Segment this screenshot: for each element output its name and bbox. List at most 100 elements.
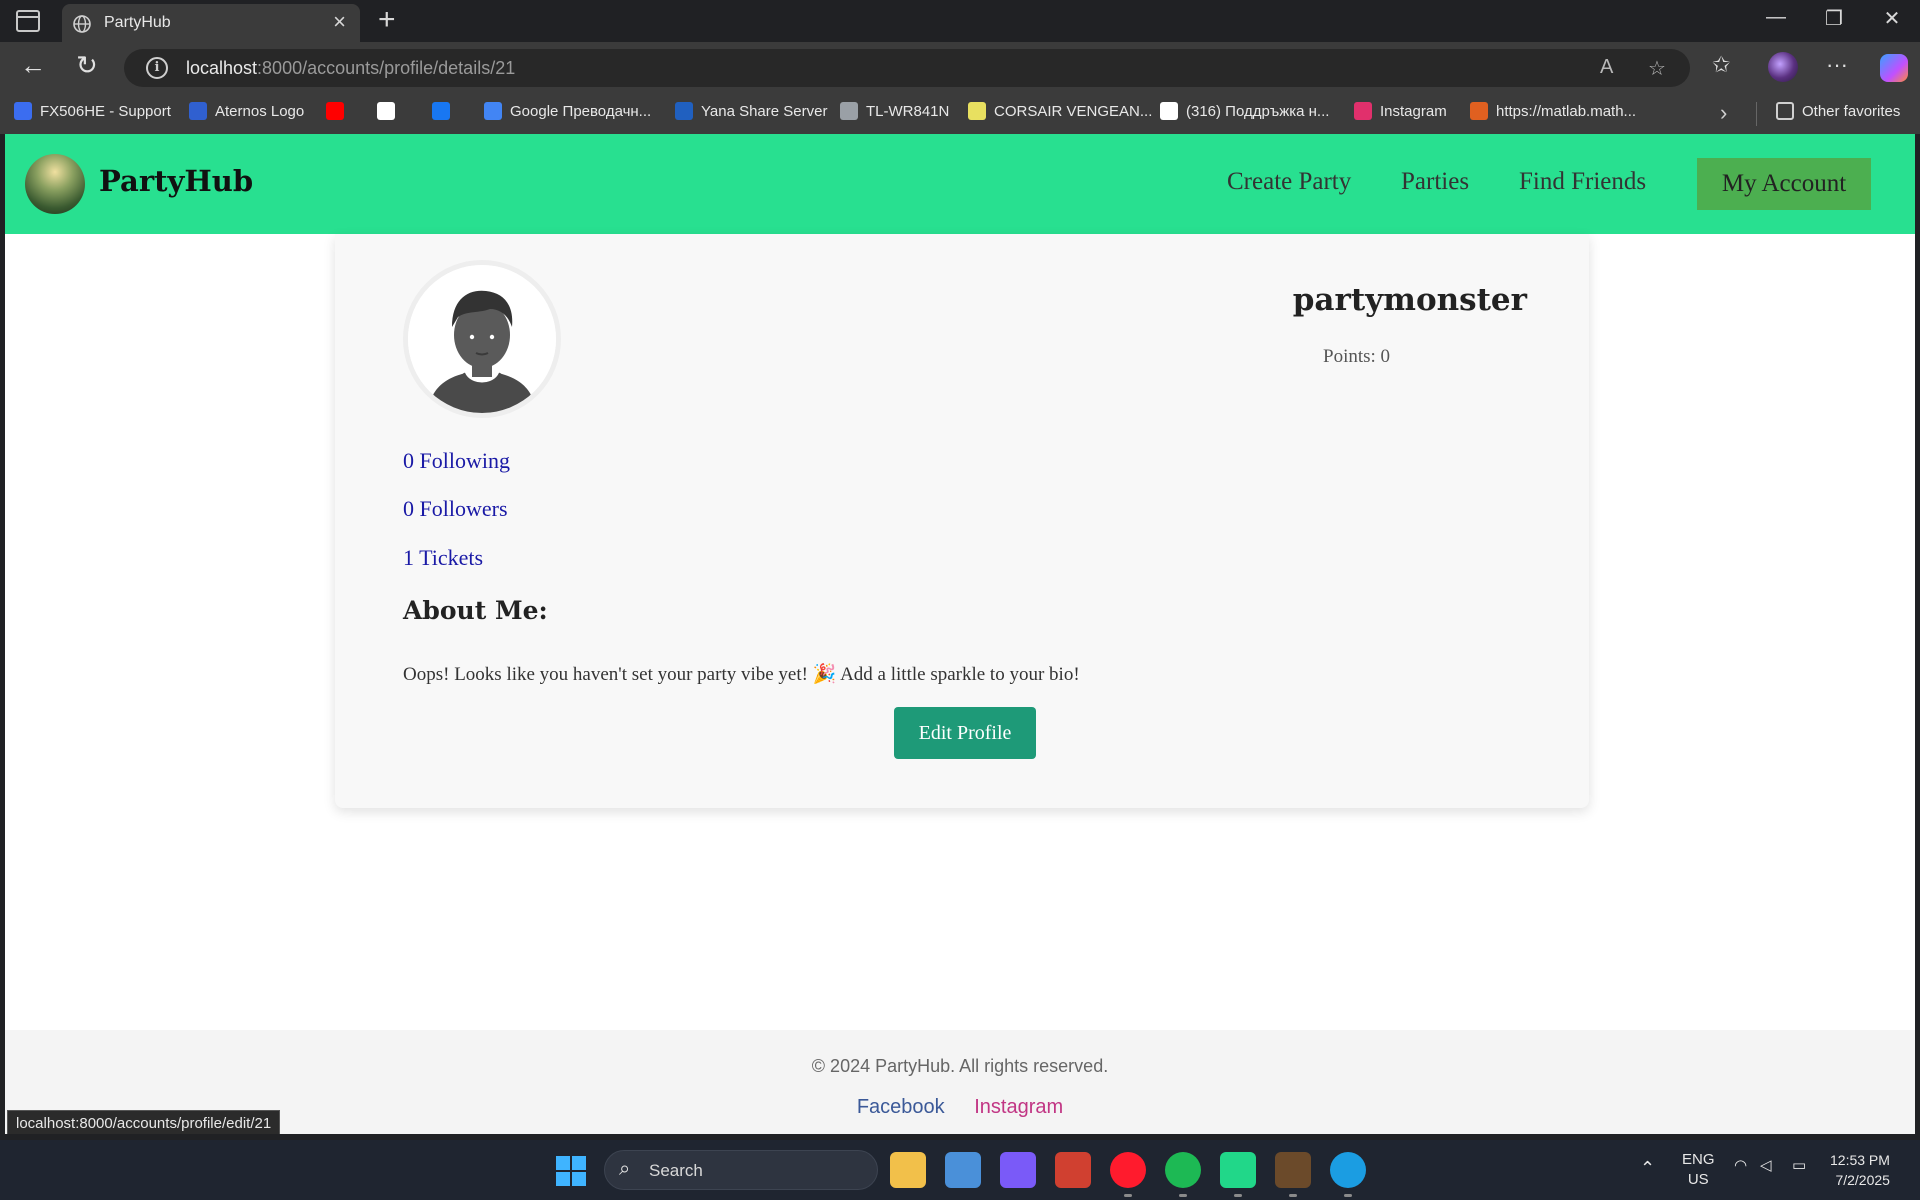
close-window-icon[interactable]: ✕ bbox=[1872, 6, 1912, 31]
footer-links: Facebook Instagram bbox=[5, 1096, 1915, 1119]
following-link[interactable]: 0 Following bbox=[403, 448, 510, 474]
globe-icon bbox=[73, 15, 91, 33]
bookmark-2[interactable] bbox=[326, 102, 344, 120]
reload-icon[interactable]: ↻ bbox=[76, 50, 98, 81]
my-account-button[interactable]: My Account bbox=[1697, 158, 1871, 210]
bookmark-7[interactable]: TL-WR841N bbox=[840, 102, 949, 120]
nav-create-party[interactable]: Create Party bbox=[1227, 168, 1351, 196]
footer-copyright: © 2024 PartyHub. All rights reserved. bbox=[811, 1056, 1109, 1076]
taskbar-clock[interactable]: 12:53 PM 7/2/2025 bbox=[1830, 1150, 1890, 1190]
about-me-heading: About Me: bbox=[403, 596, 548, 625]
bookmarks-overflow-icon[interactable]: › bbox=[1720, 100, 1727, 126]
tab-actions-icon[interactable] bbox=[16, 10, 40, 32]
running-indicator bbox=[1289, 1194, 1297, 1197]
bookmark-6[interactable]: Yana Share Server bbox=[675, 102, 827, 120]
opera-icon[interactable] bbox=[1110, 1152, 1146, 1197]
running-indicator bbox=[1124, 1194, 1132, 1197]
footer-facebook-link[interactable]: Facebook bbox=[857, 1096, 945, 1118]
minecraft-icon[interactable] bbox=[1275, 1152, 1311, 1197]
bookmark-label: Aternos Logo bbox=[215, 102, 305, 120]
profile-card: partymonster Points: 0 0 Following 0 Fol… bbox=[335, 234, 1589, 808]
start-icon[interactable] bbox=[556, 1156, 586, 1186]
bookmark-8[interactable]: CORSAIR VENGEAN... bbox=[968, 102, 1152, 120]
pycharm-icon[interactable] bbox=[1220, 1152, 1256, 1197]
browser-tab-active[interactable]: PartyHub × bbox=[62, 4, 360, 42]
file-explorer-icon[interactable] bbox=[890, 1152, 926, 1188]
bookmark-9[interactable]: (316) Поддръжка н... bbox=[1160, 102, 1329, 120]
site-info-icon[interactable]: i bbox=[146, 57, 168, 79]
control-panel-icon[interactable] bbox=[945, 1152, 981, 1188]
profile-username: partymonster bbox=[1292, 282, 1527, 318]
bookmarks-divider bbox=[1756, 102, 1757, 126]
bookmark-label: Yana Share Server bbox=[701, 102, 828, 120]
minimize-icon[interactable]: — bbox=[1756, 6, 1796, 29]
restore-icon[interactable]: ❐ bbox=[1814, 6, 1854, 31]
language-indicator[interactable]: ENG US bbox=[1682, 1150, 1715, 1190]
bookmark-11[interactable]: https://matlab.math... bbox=[1470, 102, 1636, 120]
browser-toolbar: ← ↻ i localhost:8000/accounts/profile/de… bbox=[0, 42, 1920, 94]
address-bar[interactable]: i localhost:8000/accounts/profile/detail… bbox=[124, 49, 1690, 87]
wifi-icon[interactable]: ◠ bbox=[1734, 1156, 1747, 1174]
youtube-icon bbox=[326, 102, 344, 120]
site-logo[interactable] bbox=[25, 154, 85, 214]
show-hidden-icons-icon[interactable]: ⌃ bbox=[1640, 1158, 1655, 1179]
bookmark-4[interactable] bbox=[432, 102, 450, 120]
google-icon bbox=[377, 102, 395, 120]
address-url[interactable]: localhost:8000/accounts/profile/details/… bbox=[186, 58, 515, 79]
bookmark-label: (316) Поддръжка н... bbox=[1186, 102, 1330, 120]
edge-icon[interactable] bbox=[1330, 1152, 1366, 1197]
bookmark-10[interactable]: Instagram bbox=[1354, 102, 1447, 120]
read-aloud-icon[interactable]: A bbox=[1600, 56, 1613, 79]
bookmarks-bar: FX506HE - Support Aternos Logo Google Прев… bbox=[0, 94, 1920, 134]
globe-icon bbox=[840, 102, 858, 120]
other-favorites-folder[interactable]: Other favorites bbox=[1776, 102, 1900, 120]
folder-icon bbox=[1776, 102, 1794, 120]
search-icon: ⌕ bbox=[619, 1158, 631, 1180]
bookmark-3[interactable] bbox=[377, 102, 395, 120]
bookmark-5[interactable]: Google Преводачн... bbox=[484, 102, 651, 120]
close-tab-icon[interactable]: × bbox=[333, 9, 346, 35]
settings-more-icon[interactable]: ··· bbox=[1826, 52, 1848, 78]
taskbar-search-label: Search bbox=[649, 1161, 703, 1180]
running-indicator bbox=[1344, 1194, 1352, 1197]
bookmark-label: TL-WR841N bbox=[866, 102, 950, 120]
bookmark-label: https://matlab.math... bbox=[1496, 102, 1637, 120]
footer-instagram-link[interactable]: Instagram bbox=[974, 1096, 1063, 1118]
bookmark-label: FX506HE - Support bbox=[40, 102, 171, 120]
bookmark-0[interactable]: FX506HE - Support bbox=[14, 102, 171, 120]
office-app-icon[interactable] bbox=[1055, 1152, 1091, 1188]
taskbar-search[interactable]: ⌕ Search bbox=[604, 1150, 878, 1190]
aternos-icon bbox=[189, 102, 207, 120]
youtube-icon bbox=[1160, 102, 1178, 120]
profile-points: Points: 0 bbox=[1323, 346, 1391, 367]
copilot-app-icon[interactable] bbox=[1000, 1152, 1036, 1188]
site-navbar: PartyHub Create Party Parties Find Frien… bbox=[5, 134, 1915, 234]
nav-find-friends[interactable]: Find Friends bbox=[1519, 168, 1646, 196]
profile-avatar bbox=[403, 260, 561, 418]
battery-icon[interactable]: ▭ bbox=[1792, 1156, 1806, 1174]
site-footer: © 2024 PartyHub. All rights reserved. Fa… bbox=[5, 1030, 1915, 1134]
favorite-star-icon[interactable]: ☆ bbox=[1648, 56, 1666, 81]
site-brand[interactable]: PartyHub bbox=[99, 164, 253, 198]
edit-profile-button[interactable]: Edit Profile bbox=[894, 707, 1036, 759]
nav-parties[interactable]: Parties bbox=[1401, 168, 1469, 196]
google-translate-icon bbox=[484, 102, 502, 120]
favorites-icon[interactable]: ✩ bbox=[1712, 52, 1730, 78]
back-icon[interactable]: ← bbox=[20, 50, 46, 81]
tab-title: PartyHub bbox=[104, 14, 171, 31]
browser-tab-strip: PartyHub × + — ❐ ✕ bbox=[0, 0, 1920, 42]
matlab-icon bbox=[1470, 102, 1488, 120]
volume-icon[interactable]: ◁ bbox=[1760, 1156, 1772, 1174]
spotify-icon[interactable] bbox=[1165, 1152, 1201, 1197]
dsm-icon bbox=[675, 102, 693, 120]
default-user-icon bbox=[408, 265, 556, 413]
tickets-link[interactable]: 1 Tickets bbox=[403, 545, 483, 571]
bookmark-label: Instagram bbox=[1380, 102, 1447, 120]
followers-link[interactable]: 0 Followers bbox=[403, 496, 508, 522]
page-viewport: PartyHub Create Party Parties Find Frien… bbox=[5, 134, 1915, 1134]
running-indicator bbox=[1179, 1194, 1187, 1197]
bookmark-1[interactable]: Aternos Logo bbox=[189, 102, 304, 120]
copilot-icon[interactable] bbox=[1880, 54, 1908, 82]
profile-avatar-icon[interactable] bbox=[1768, 52, 1798, 82]
new-tab-button[interactable]: + bbox=[378, 4, 396, 36]
